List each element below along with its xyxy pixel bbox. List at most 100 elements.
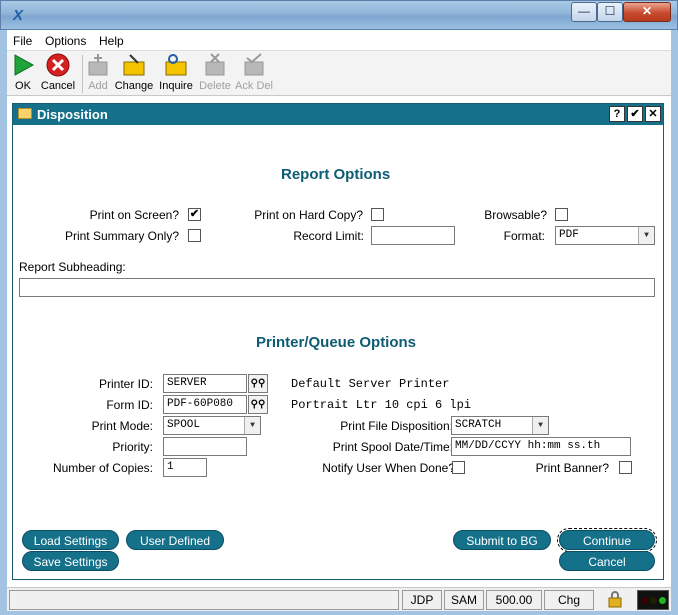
- dialog-close-button[interactable]: ✕: [645, 106, 661, 122]
- print-file-disposition-select[interactable]: SCRATCH ▼: [451, 416, 549, 435]
- number-of-copies-input[interactable]: 1: [163, 458, 207, 477]
- print-summary-only-checkbox[interactable]: [188, 229, 201, 242]
- ack-delete-icon: [242, 53, 266, 77]
- print-on-screen-checkbox[interactable]: ✔: [188, 208, 201, 221]
- change-icon: [122, 53, 146, 77]
- printer-id-input[interactable]: SERVER: [163, 374, 247, 393]
- confirm-check-button[interactable]: ✔: [627, 106, 643, 122]
- notify-user-label: Notify User When Done?: [322, 461, 455, 475]
- submit-to-bg-button[interactable]: Submit to BG: [453, 530, 551, 550]
- ok-label: OK: [15, 80, 31, 92]
- ok-button[interactable]: OK: [10, 53, 36, 92]
- ack-del-button[interactable]: Ack Del: [235, 53, 273, 92]
- printer-queue-options-heading: Printer/Queue Options: [256, 334, 417, 351]
- print-file-disposition-value: SCRATCH: [455, 419, 502, 431]
- form-description: Portrait Ltr 10 cpi 6 lpi: [291, 398, 472, 412]
- report-subheading-input[interactable]: [19, 278, 655, 297]
- browsable-checkbox[interactable]: [555, 208, 568, 221]
- priority-label: Priority:: [112, 440, 153, 454]
- report-subheading-label: Report Subheading:: [19, 260, 126, 274]
- toolbar: OK Cancel Add Change Inquire Delete Ack …: [7, 51, 671, 96]
- cancel-button[interactable]: Cancel: [559, 551, 655, 571]
- printer-description: Default Server Printer: [291, 377, 450, 391]
- format-select[interactable]: PDF ▼: [555, 226, 655, 245]
- window-titlebar: X — ☐ ✕: [0, 0, 678, 30]
- save-settings-button[interactable]: Save Settings: [22, 551, 119, 571]
- print-banner-label: Print Banner?: [535, 461, 609, 475]
- dialog-titlebar: Disposition ? ✔ ✕: [13, 104, 663, 125]
- window-frame-left: [0, 30, 7, 615]
- user-defined-button[interactable]: User Defined: [126, 530, 224, 550]
- maximize-button[interactable]: ☐: [597, 2, 623, 22]
- menu-options[interactable]: Options: [45, 34, 86, 48]
- add-icon: [86, 53, 110, 77]
- print-mode-select[interactable]: SPOOL ▼: [163, 416, 261, 435]
- status-value: 500.00: [486, 590, 542, 610]
- ack-del-label: Ack Del: [235, 80, 273, 92]
- status-company: SAM: [444, 590, 484, 610]
- window-frame-bottom: [0, 611, 678, 615]
- dropdown-arrow-icon[interactable]: ▼: [638, 227, 654, 244]
- red-light-icon: [641, 597, 648, 604]
- traffic-light-indicator: [637, 590, 669, 610]
- window-frame-right: [671, 30, 678, 615]
- inquire-button[interactable]: Inquire: [157, 53, 195, 92]
- dropdown-arrow-icon[interactable]: ▼: [244, 417, 260, 434]
- lock-icon: [596, 590, 634, 610]
- cancel-toolbar-button[interactable]: Cancel: [39, 53, 77, 92]
- print-file-disposition-label: Print File Disposition:: [340, 419, 453, 433]
- number-of-copies-label: Number of Copies:: [52, 461, 153, 475]
- app-logo-icon: X: [12, 7, 23, 24]
- inquire-icon: [164, 53, 188, 77]
- priority-input[interactable]: [163, 437, 247, 456]
- delete-icon: [203, 53, 227, 77]
- menu-bar: File Options Help: [7, 31, 671, 51]
- print-spool-datetime-label: Print Spool Date/Time:: [332, 440, 453, 454]
- help-button[interactable]: ?: [609, 106, 625, 122]
- print-spool-datetime-input[interactable]: MM/DD/CCYY hh:mm ss.th: [451, 437, 631, 456]
- print-mode-value: SPOOL: [167, 419, 201, 431]
- load-settings-button[interactable]: Load Settings: [22, 530, 119, 550]
- print-hard-copy-checkbox[interactable]: [371, 208, 384, 221]
- add-label: Add: [88, 80, 108, 92]
- dialog-title: Disposition: [37, 107, 108, 122]
- yellow-light-icon: [650, 597, 657, 604]
- continue-button[interactable]: Continue: [557, 528, 657, 552]
- status-bar: JDP SAM 500.00 Chg: [7, 587, 671, 611]
- delete-button[interactable]: Delete: [198, 53, 232, 92]
- add-button[interactable]: Add: [85, 53, 111, 92]
- form-id-input[interactable]: PDF-60P080: [163, 395, 247, 414]
- print-banner-checkbox[interactable]: [619, 461, 632, 474]
- green-light-icon: [659, 597, 666, 604]
- inquire-label: Inquire: [159, 80, 193, 92]
- change-label: Change: [114, 80, 154, 92]
- menu-help[interactable]: Help: [99, 34, 124, 48]
- record-limit-label: Record Limit:: [293, 229, 364, 243]
- format-value: PDF: [559, 229, 579, 241]
- disposition-dialog: Disposition ? ✔ ✕ Report Options Print o…: [12, 103, 664, 580]
- printer-lookup-binoculars-icon[interactable]: ⚲⚲: [248, 374, 268, 393]
- form-lookup-binoculars-icon[interactable]: ⚲⚲: [248, 395, 268, 414]
- window-close-button[interactable]: ✕: [623, 2, 671, 22]
- print-summary-only-label: Print Summary Only?: [64, 229, 179, 243]
- cancel-label: Cancel: [40, 80, 76, 92]
- notify-user-checkbox[interactable]: [452, 461, 465, 474]
- report-options-heading: Report Options: [281, 166, 391, 183]
- change-button[interactable]: Change: [114, 53, 154, 92]
- status-mode: Chg: [544, 590, 594, 610]
- menu-file[interactable]: File: [13, 34, 32, 48]
- play-icon: [11, 53, 35, 77]
- cancel-icon: [46, 53, 70, 77]
- folder-icon: [18, 108, 32, 119]
- print-on-screen-label: Print on Screen?: [89, 208, 179, 222]
- minimize-button[interactable]: —: [571, 2, 597, 22]
- status-user: JDP: [402, 590, 442, 610]
- print-hard-copy-label: Print on Hard Copy?: [254, 208, 363, 222]
- print-mode-label: Print Mode:: [91, 419, 153, 433]
- dropdown-arrow-icon[interactable]: ▼: [532, 417, 548, 434]
- delete-label: Delete: [199, 80, 231, 92]
- printer-id-label: Printer ID:: [98, 377, 153, 391]
- record-limit-input[interactable]: [371, 226, 455, 245]
- format-label: Format:: [503, 229, 545, 243]
- toolbar-separator: [82, 55, 83, 93]
